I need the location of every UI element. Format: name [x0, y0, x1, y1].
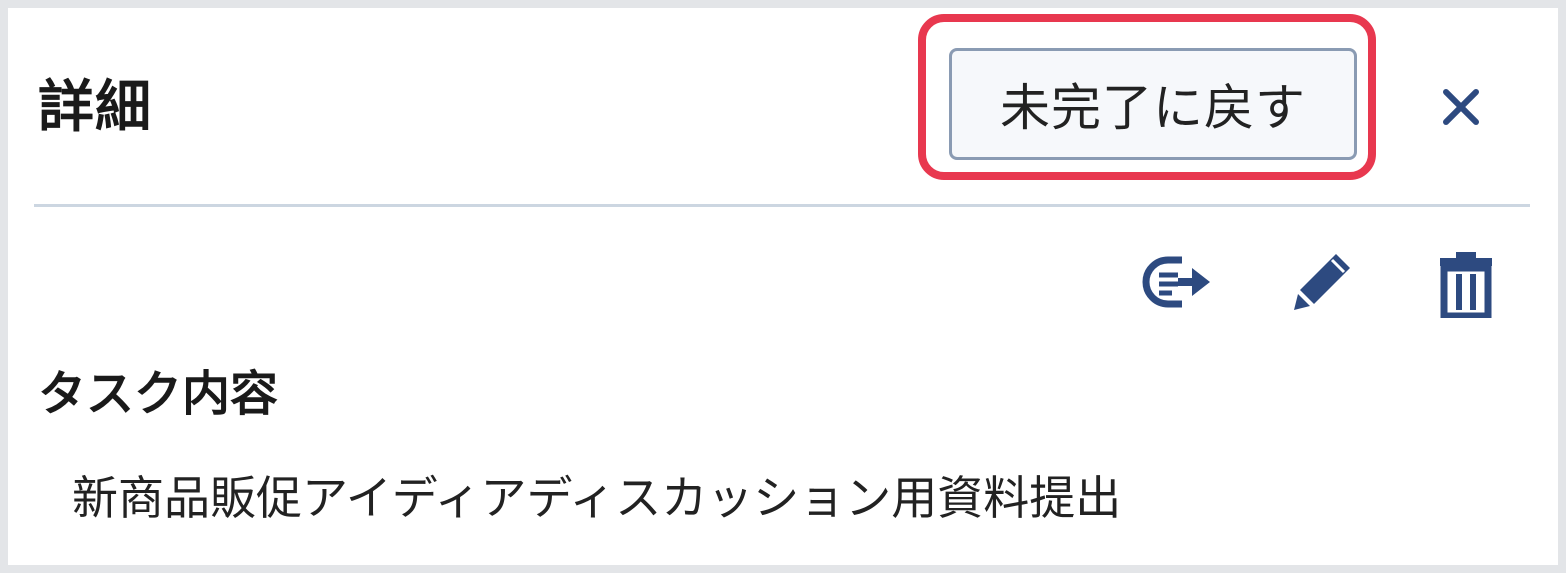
close-icon [1443, 89, 1479, 125]
panel-title: 詳細 [38, 75, 152, 140]
detail-panel: 詳細 未完了に戻す タスク内容 新商品販促アイディアディスカッション用資料提出 [8, 8, 1558, 565]
edit-button[interactable] [1284, 248, 1364, 318]
header-divider [34, 204, 1530, 207]
move-button[interactable] [1138, 248, 1218, 318]
delete-button[interactable] [1426, 248, 1506, 320]
close-button[interactable] [1434, 80, 1488, 134]
pencil-icon [1294, 254, 1350, 310]
task-content-text: 新商品販促アイディアディスカッション用資料提出 [72, 471, 1122, 525]
trash-icon [1440, 252, 1492, 320]
move-icon [1142, 256, 1210, 308]
task-content-label: タスク内容 [38, 366, 279, 422]
revert-to-incomplete-button[interactable]: 未完了に戻す [949, 48, 1357, 160]
